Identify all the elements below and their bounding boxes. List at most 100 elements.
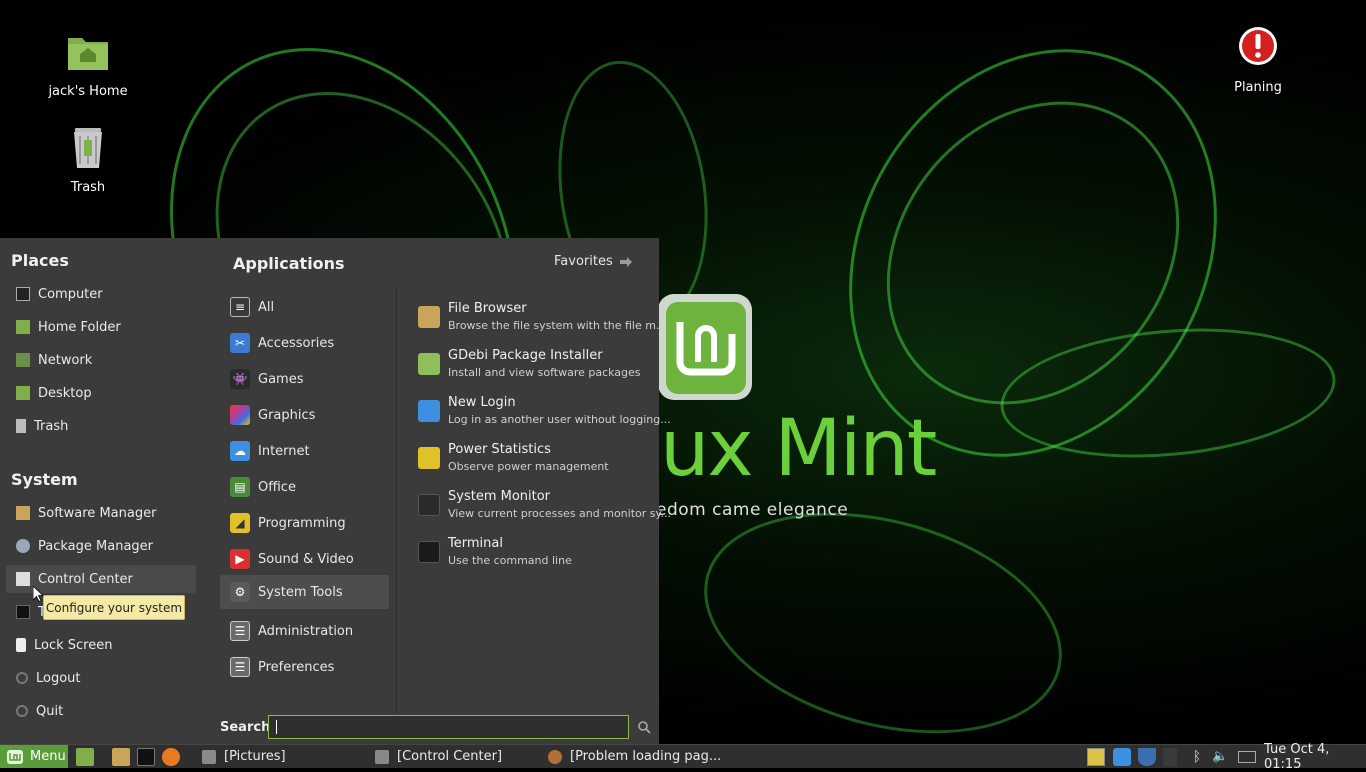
clock[interactable]: Tue Oct 4, 01:15 [1264, 742, 1366, 772]
all-apps-icon: ≡ [230, 297, 250, 317]
places-item-label: Trash [34, 418, 69, 434]
places-item-desktop[interactable]: Desktop [6, 379, 196, 407]
menu-button-label: Menu [30, 749, 66, 764]
power-statistics-icon [418, 447, 440, 469]
mouse-cursor-icon [33, 586, 43, 602]
sound-video-icon: ▶ [230, 549, 250, 569]
folder-icon [418, 306, 440, 328]
show-desktop-icon[interactable] [76, 748, 94, 766]
text-caret [276, 720, 277, 734]
trash-icon [74, 128, 102, 168]
search-icon[interactable] [637, 720, 651, 734]
network-tray-icon[interactable] [1163, 748, 1177, 766]
app-description: Browse the file system with the file m..… [448, 319, 667, 332]
applications-title: Applications [233, 254, 345, 273]
desktop-icon-label: Trash [70, 180, 106, 195]
system-item-label: Software Manager [38, 505, 157, 521]
arrow-right-icon [619, 256, 632, 267]
category-label: Sound & Video [258, 551, 354, 567]
system-item-label: Lock Screen [34, 637, 113, 653]
app-new-login[interactable]: New Login Log in as another user without … [418, 394, 671, 438]
desktop-icon-label: jack's Home [48, 84, 128, 99]
places-item-computer[interactable]: Computer [6, 280, 196, 308]
system-item-package-manager[interactable]: Package Manager [6, 532, 196, 560]
system-item-software-manager[interactable]: Software Manager [6, 499, 196, 527]
lock-icon [16, 638, 26, 652]
package-installer-icon [418, 353, 440, 375]
graphics-icon [230, 405, 250, 425]
display-tray-icon[interactable] [1087, 748, 1105, 766]
category-label: Programming [258, 515, 346, 531]
logout-icon [16, 672, 28, 684]
category-preferences[interactable]: ☰ Preferences [220, 650, 389, 684]
internet-icon: ☁ [230, 441, 250, 461]
taskbar-window-pictures[interactable]: [Pictures] [202, 745, 286, 768]
shield-tray-icon[interactable] [1138, 748, 1156, 766]
update-manager-tray-icon[interactable] [1113, 748, 1131, 766]
app-name: New Login [448, 395, 516, 410]
system-item-quit[interactable]: Quit [6, 697, 196, 725]
app-gdebi[interactable]: GDebi Package Installer Install and view … [418, 347, 654, 391]
category-label: Preferences [258, 659, 335, 675]
category-programming[interactable]: ◢ Programming [220, 506, 389, 540]
search-input[interactable] [268, 715, 629, 739]
network-icon [16, 353, 30, 367]
places-item-network[interactable]: Network [6, 346, 196, 374]
category-label: Games [258, 371, 304, 387]
taskbar: Menu [Pictures] [Control Center] [Proble… [0, 742, 1366, 772]
battery-tray-icon[interactable] [1238, 751, 1256, 763]
software-manager-icon [16, 506, 30, 520]
menu-button[interactable]: Menu [0, 745, 68, 768]
home-folder-icon [16, 320, 30, 334]
taskbar-window-control-center[interactable]: [Control Center] [375, 745, 502, 768]
category-accessories[interactable]: ✂ Accessories [220, 326, 389, 360]
files-launcher-icon[interactable] [112, 748, 130, 766]
programming-icon: ◢ [230, 513, 250, 533]
taskbar-window-label: [Problem loading pag... [570, 749, 722, 764]
category-label: System Tools [258, 584, 343, 600]
category-administration[interactable]: ☰ Administration [220, 614, 389, 648]
taskbar-window-label: [Pictures] [224, 749, 286, 764]
desktop-icon-home[interactable]: jack's Home [38, 28, 138, 99]
category-sound-video[interactable]: ▶ Sound & Video [220, 542, 389, 576]
desktop-icon-planing[interactable]: Planing [1208, 24, 1308, 95]
wallpaper-brand-text: ux Mint [660, 404, 937, 494]
app-name: GDebi Package Installer [448, 348, 603, 363]
places-title: Places [11, 251, 69, 270]
app-terminal[interactable]: Terminal Use the command line [418, 535, 654, 579]
category-all[interactable]: ≡ All [220, 290, 389, 324]
firefox-launcher-icon[interactable] [162, 748, 180, 766]
app-file-browser[interactable]: File Browser Browse the file system with … [418, 300, 666, 344]
bluetooth-tray-icon[interactable]: ᛒ [1188, 748, 1206, 766]
app-description: View current processes and monitor sy... [448, 507, 671, 520]
category-games[interactable]: 👾 Games [220, 362, 389, 396]
taskbar-window-label: [Control Center] [397, 749, 503, 764]
app-system-monitor[interactable]: System Monitor View current processes and… [418, 488, 671, 532]
category-internet[interactable]: ☁ Internet [220, 434, 389, 468]
system-monitor-icon [418, 494, 440, 516]
favorites-button[interactable]: Favorites [554, 254, 633, 269]
volume-tray-icon[interactable]: 🔈 [1212, 748, 1230, 766]
category-office[interactable]: ▤ Office [220, 470, 389, 504]
terminal-launcher-icon[interactable] [137, 748, 155, 766]
desktop-icon-trash[interactable]: Trash [38, 124, 138, 195]
games-icon: 👾 [230, 369, 250, 389]
app-power-statistics[interactable]: Power Statistics Observe power management [418, 441, 654, 485]
administration-icon: ☰ [230, 621, 250, 641]
places-item-trash[interactable]: Trash [6, 412, 196, 440]
taskbar-window-browser[interactable]: [Problem loading pag... [548, 745, 721, 768]
new-login-icon [418, 400, 440, 422]
category-label: All [258, 299, 275, 315]
system-item-lock-screen[interactable]: Lock Screen [6, 631, 196, 659]
system-item-logout[interactable]: Logout [6, 664, 196, 692]
folder-icon [202, 749, 216, 764]
terminal-icon [16, 605, 30, 619]
category-graphics[interactable]: Graphics [220, 398, 389, 432]
control-center-icon [16, 572, 30, 586]
app-name: File Browser [448, 301, 527, 316]
terminal-icon [418, 541, 440, 563]
app-name: Power Statistics [448, 442, 551, 457]
category-label: Graphics [258, 407, 316, 423]
category-system-tools[interactable]: ⚙ System Tools [220, 575, 389, 609]
places-item-home-folder[interactable]: Home Folder [6, 313, 196, 341]
